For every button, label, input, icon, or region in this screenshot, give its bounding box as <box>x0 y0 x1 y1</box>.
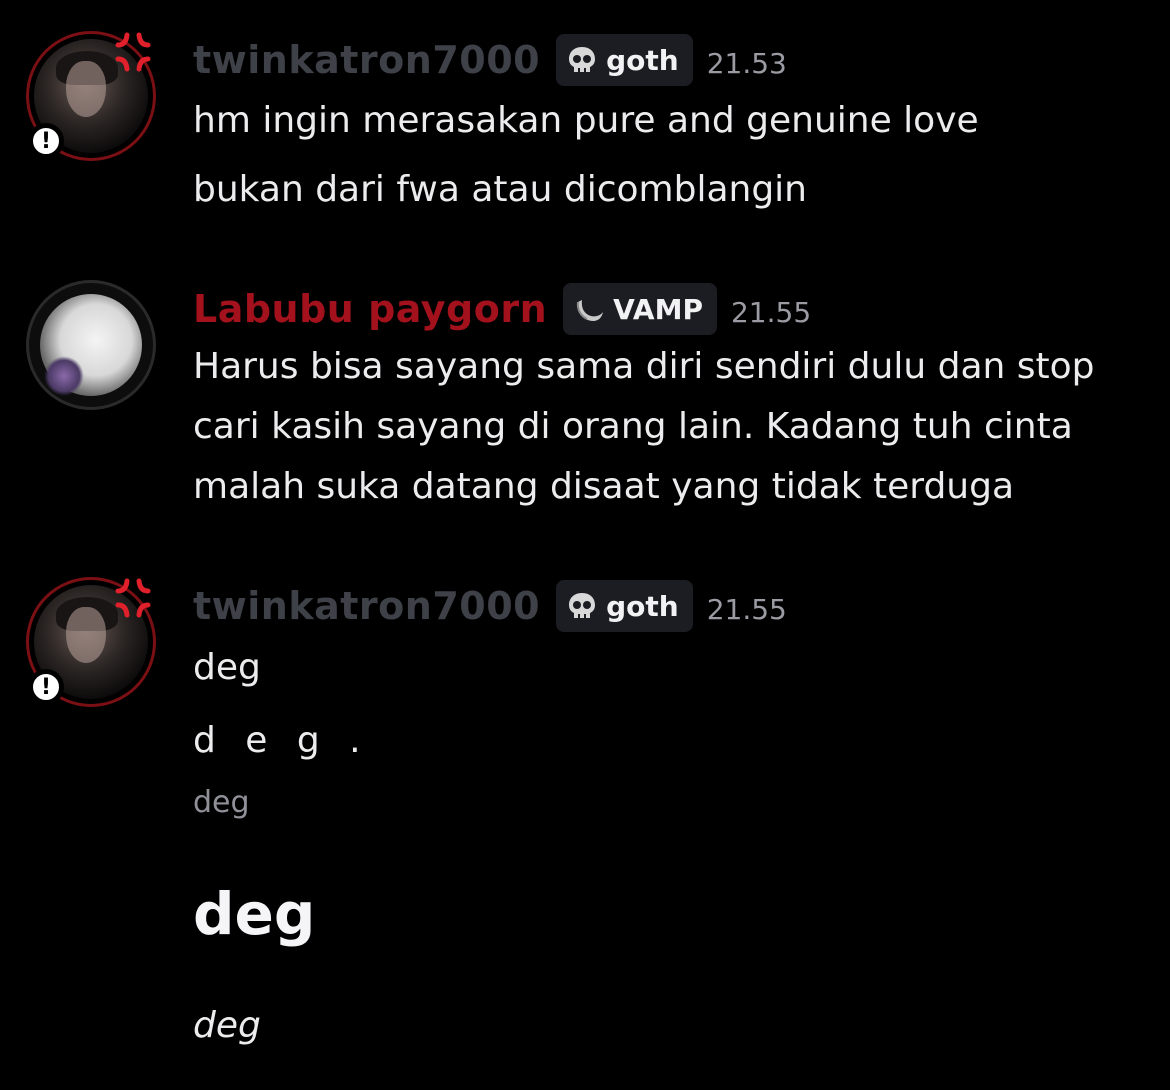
avatar-image <box>26 280 156 410</box>
timestamp: 21.55 <box>730 295 812 329</box>
message-text: deg <box>193 647 261 688</box>
moon-icon <box>576 300 604 321</box>
username[interactable]: twinkatron7000 <box>193 38 540 82</box>
timestamp: 21.55 <box>706 592 787 626</box>
message-text-italic: deg <box>193 1005 261 1046</box>
alert-badge: ! <box>28 123 64 159</box>
username[interactable]: Labubu paygorn <box>193 287 547 331</box>
avatar[interactable] <box>26 280 156 410</box>
alert-badge: ! <box>28 669 64 705</box>
anger-icon <box>115 578 151 618</box>
message-header: twinkatron7000 goth 21.53 <box>193 30 787 90</box>
message-text: cari kasih sayang di orang lain. Kadang … <box>193 406 1073 447</box>
message-header: Labubu paygorn VAMP 21.55 <box>193 279 811 339</box>
message-text: bukan dari fwa atau dicomblangin <box>193 169 807 210</box>
message-text: Harus bisa sayang sama diri sendiri dulu… <box>193 346 1095 387</box>
tag-label: VAMP <box>613 292 703 326</box>
message-text: hm ingin merasakan pure and genuine love <box>193 100 979 141</box>
username[interactable]: twinkatron7000 <box>193 584 540 628</box>
skull-icon <box>569 47 596 72</box>
message-text-spaced: d e g . <box>193 720 370 761</box>
guild-tag[interactable]: goth <box>556 34 693 86</box>
skull-icon <box>569 593 596 618</box>
message-header: twinkatron7000 goth 21.55 <box>193 576 787 636</box>
message-text: malah suka datang disaat yang tidak terd… <box>193 466 1015 507</box>
avatar[interactable]: ! <box>26 577 156 707</box>
anger-icon <box>115 32 151 72</box>
guild-tag[interactable]: goth <box>556 580 693 632</box>
avatar[interactable]: ! <box>26 31 156 161</box>
timestamp: 21.53 <box>706 46 787 80</box>
tag-label: goth <box>606 43 679 77</box>
message-text-subtext: deg <box>193 785 250 820</box>
message-text-heading: deg <box>193 880 316 948</box>
guild-tag[interactable]: VAMP <box>563 283 717 335</box>
tag-label: goth <box>606 589 679 623</box>
